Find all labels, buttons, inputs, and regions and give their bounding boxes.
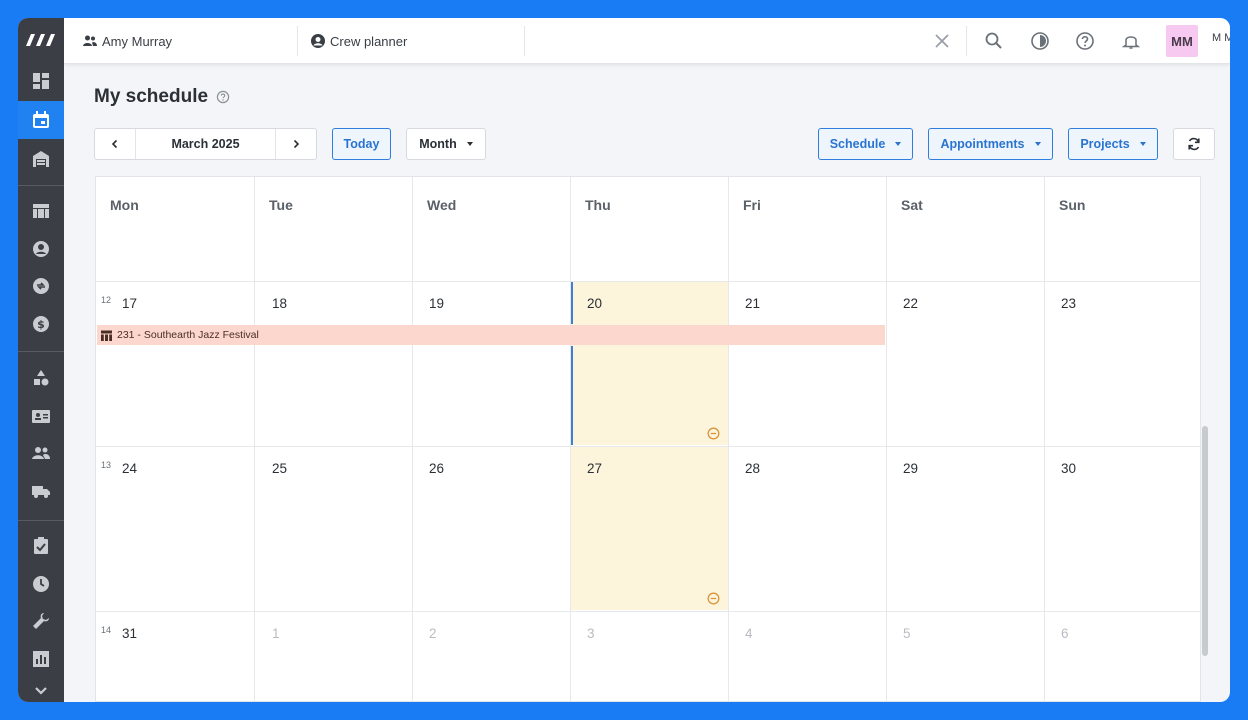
appointments-dropdown-label: Appointments xyxy=(940,137,1025,151)
month-calendar: Mon Tue Wed Thu Fri Sat Sun 12 17 18 19 … xyxy=(95,176,1201,702)
week-number: 14 xyxy=(101,625,112,635)
projects-dropdown[interactable]: Projects xyxy=(1068,128,1158,160)
day-number-next-month[interactable]: 2 xyxy=(429,626,437,641)
day-number-today[interactable]: 20 xyxy=(587,296,602,311)
today-button-label: Today xyxy=(343,137,380,151)
projects-dropdown-label: Projects xyxy=(1080,137,1130,151)
chevron-left-icon xyxy=(111,139,118,149)
prev-month-button[interactable] xyxy=(95,129,135,159)
calendar-event[interactable]: 231 - Southearth Jazz Festival xyxy=(97,325,885,345)
event-label: 231 - Southearth Jazz Festival xyxy=(117,329,259,341)
people-icon xyxy=(83,35,97,46)
money-icon[interactable]: $ xyxy=(18,305,64,343)
day-header-sat: Sat xyxy=(901,197,923,213)
help-icon[interactable] xyxy=(1073,29,1097,53)
caret-down-icon xyxy=(1139,142,1146,146)
day-number[interactable]: 24 xyxy=(122,461,137,476)
chevron-down-icon[interactable] xyxy=(18,680,64,702)
app-window: $ Amy Murray Crew planner MM M M My sche… xyxy=(18,18,1230,702)
day-header-mon: Mon xyxy=(110,197,139,213)
day-number-next-month[interactable]: 5 xyxy=(903,626,911,641)
theme-icon[interactable] xyxy=(1028,29,1052,53)
day-number[interactable]: 25 xyxy=(272,461,287,476)
close-icon[interactable] xyxy=(930,29,954,53)
people-icon[interactable] xyxy=(18,434,64,472)
day-number-next-month[interactable]: 6 xyxy=(1061,626,1069,641)
caret-down-icon xyxy=(1034,142,1041,146)
logo-icon[interactable] xyxy=(18,18,64,62)
truck-icon[interactable] xyxy=(18,472,64,510)
today-button[interactable]: Today xyxy=(332,128,391,160)
table-icon[interactable] xyxy=(18,192,64,230)
top-bar: Amy Murray Crew planner MM M M xyxy=(64,18,1230,64)
day-number[interactable]: 22 xyxy=(903,296,918,311)
day-header-fri: Fri xyxy=(743,197,761,213)
bell-icon[interactable] xyxy=(1119,29,1143,53)
page-title-text: My schedule xyxy=(94,86,209,107)
day-number[interactable]: 29 xyxy=(903,461,918,476)
day-header-thu: Thu xyxy=(585,197,611,213)
day-number[interactable]: 18 xyxy=(272,296,287,311)
sync-icon[interactable] xyxy=(18,267,64,305)
shapes-icon[interactable] xyxy=(18,359,64,397)
project-icon xyxy=(101,330,112,341)
view-select[interactable]: Month xyxy=(406,128,486,160)
scrollbar[interactable] xyxy=(1202,426,1208,656)
chart-icon[interactable] xyxy=(18,640,64,678)
day-number[interactable]: 28 xyxy=(745,461,760,476)
wrench-icon[interactable] xyxy=(18,602,64,640)
warehouse-icon[interactable] xyxy=(18,140,64,178)
account-circle-icon xyxy=(311,34,325,48)
chevron-right-icon xyxy=(293,139,300,149)
week-number: 12 xyxy=(101,295,112,305)
user-name[interactable]: M M xyxy=(1212,32,1230,44)
sidebar: $ xyxy=(18,18,64,702)
day-number[interactable]: 17 xyxy=(122,296,137,311)
day-number-next-month[interactable]: 3 xyxy=(587,626,595,641)
contact-card-icon[interactable] xyxy=(18,397,64,435)
calendar-icon[interactable] xyxy=(18,101,64,139)
month-navigator: March 2025 xyxy=(94,128,317,160)
day-header-wed: Wed xyxy=(427,197,457,213)
avatar[interactable]: MM xyxy=(1166,25,1198,57)
caret-down-icon xyxy=(466,142,473,146)
day-number-next-month[interactable]: 4 xyxy=(745,626,753,641)
dashboard-icon[interactable] xyxy=(18,62,64,100)
refresh-button[interactable] xyxy=(1173,128,1215,160)
day-number[interactable]: 21 xyxy=(745,296,760,311)
search-icon[interactable] xyxy=(982,29,1006,53)
account-icon[interactable] xyxy=(18,230,64,268)
clipboard-check-icon[interactable] xyxy=(18,527,64,565)
clock-icon[interactable] xyxy=(18,565,64,603)
user-selector-label: Amy Murray xyxy=(102,33,173,49)
day-number[interactable]: 27 xyxy=(587,461,602,476)
help-icon[interactable] xyxy=(216,90,230,104)
day-number[interactable]: 31 xyxy=(122,626,137,641)
day-number[interactable]: 26 xyxy=(429,461,444,476)
day-header-tue: Tue xyxy=(269,197,293,213)
schedule-dropdown-label: Schedule xyxy=(829,137,886,151)
svg-text:$: $ xyxy=(37,318,45,331)
day-header-sun: Sun xyxy=(1059,197,1086,213)
day-number[interactable]: 19 xyxy=(429,296,444,311)
day-number[interactable]: 23 xyxy=(1061,296,1076,311)
next-month-button[interactable] xyxy=(276,129,316,159)
week-number: 13 xyxy=(101,460,112,470)
appointments-dropdown[interactable]: Appointments xyxy=(928,128,1053,160)
current-month-label[interactable]: March 2025 xyxy=(135,129,276,159)
page-title: My schedule xyxy=(94,86,230,108)
day-number[interactable]: 30 xyxy=(1061,461,1076,476)
schedule-dropdown[interactable]: Schedule xyxy=(818,128,913,160)
status-pending-icon[interactable] xyxy=(707,592,720,605)
caret-down-icon xyxy=(895,142,902,146)
refresh-icon xyxy=(1188,137,1200,151)
view-select-label: Month xyxy=(419,137,457,151)
crew-planner-selector[interactable]: Crew planner xyxy=(310,18,407,64)
day-number-next-month[interactable]: 1 xyxy=(272,626,280,641)
status-pending-icon[interactable] xyxy=(707,427,720,440)
crew-planner-label: Crew planner xyxy=(330,33,408,49)
user-selector[interactable]: Amy Murray xyxy=(82,18,172,64)
